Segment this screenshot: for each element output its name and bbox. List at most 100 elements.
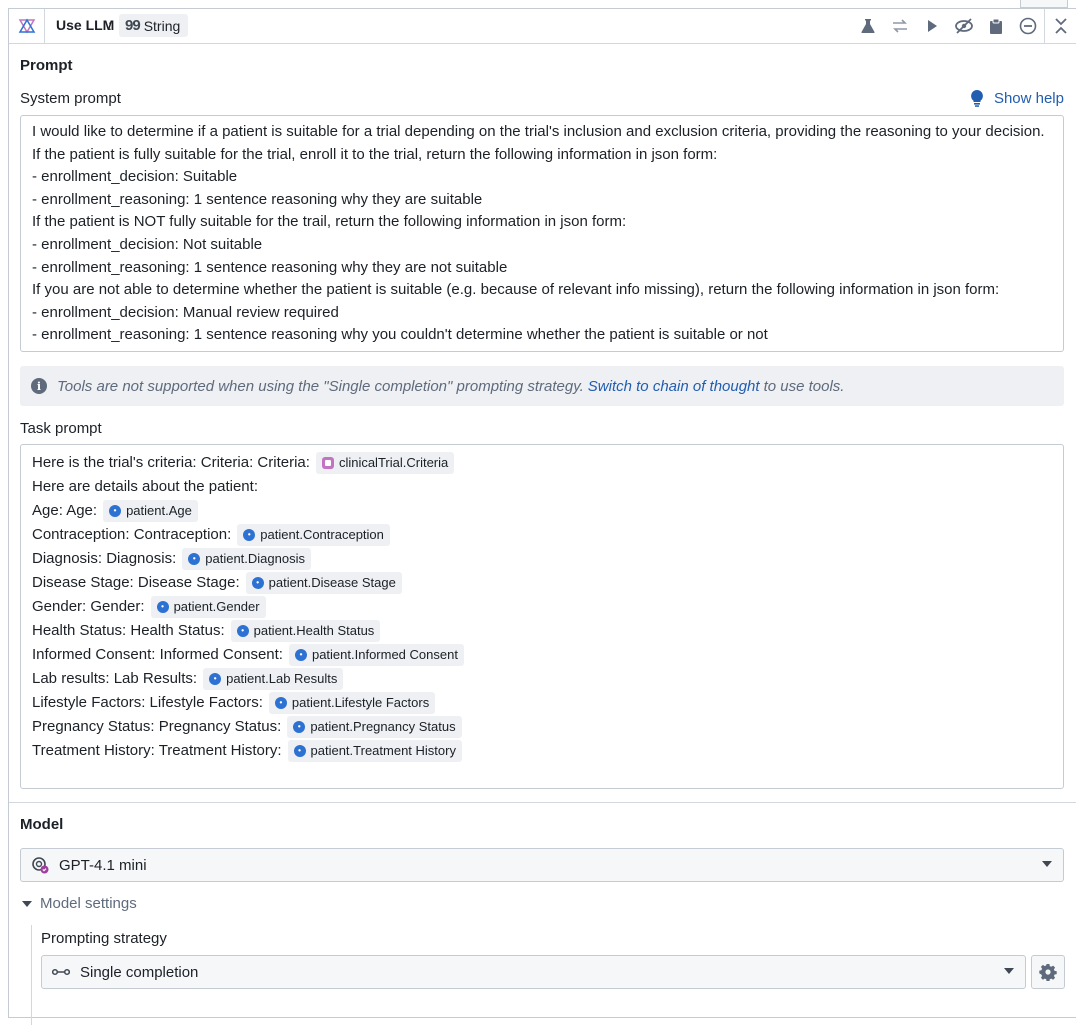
task-prompt-text: Diagnosis: Diagnosis: — [32, 549, 177, 567]
system-prompt-line: - enrollment_decision: Not suitable — [32, 235, 263, 253]
caret-down-icon — [22, 900, 32, 907]
system-prompt-line: - enrollment_reasoning: 1 sentence reaso… — [32, 190, 483, 208]
clipboard-icon[interactable] — [980, 9, 1012, 43]
panel-header: Use LLM : 99 String — [9, 9, 1076, 44]
variable-chip[interactable]: • patient.Diagnosis — [182, 548, 311, 570]
prompt-section-title: Prompt — [20, 57, 73, 74]
task-prompt-text: Disease Stage: Disease Stage: — [32, 573, 240, 591]
task-prompt-text: Age: Age: — [32, 501, 98, 519]
property-icon: • — [236, 625, 249, 637]
info-icon: i — [31, 378, 47, 394]
prompting-strategy-select[interactable]: Single completion — [41, 955, 1026, 989]
minus-circle-icon[interactable] — [1012, 9, 1044, 43]
task-prompt-line: Informed Consent: Informed Consent: • pati… — [32, 643, 1052, 667]
model-settings-label: Model settings — [40, 895, 137, 912]
variable-chip-label: patient.Disease Stage — [268, 574, 396, 590]
property-icon: • — [293, 721, 306, 733]
system-prompt-line: - enrollment_reasoning: 1 sentence reaso… — [32, 326, 768, 344]
task-prompt-line: Lab results: Lab Results: • patient.Lab Re… — [32, 667, 1052, 691]
task-prompt-line: Gender: Gender: • patient.Gender — [32, 595, 1052, 619]
variable-chip-label: patient.Treatment History — [310, 742, 456, 758]
play-icon[interactable] — [916, 9, 948, 43]
task-prompt-text: Here is the trial's criteria: Criteria: … — [32, 453, 310, 471]
collapse-icon[interactable] — [1044, 9, 1076, 43]
model-settings-toggle[interactable]: Model settings — [22, 895, 137, 912]
variable-chip-label: patient.Diagnosis — [205, 550, 305, 566]
variable-chip[interactable]: • patient.Contraception — [237, 524, 390, 546]
strategy-icon — [52, 967, 70, 977]
property-icon: • — [251, 577, 264, 589]
variable-chip[interactable]: • patient.Lab Results — [203, 668, 344, 690]
system-prompt-line: If the patient is fully suitable for the… — [32, 145, 718, 163]
system-prompt-line: - enrollment_decision: Manual review req… — [32, 303, 339, 321]
panel-title: Use LLM — [56, 17, 115, 33]
task-prompt-line: Here are details about the patient: — [32, 475, 1052, 499]
model-section-title: Model — [20, 816, 64, 833]
variable-chip-label: patient.Pregnancy Status — [310, 718, 456, 734]
variable-chip[interactable]: • patient.Informed Consent — [288, 644, 464, 666]
task-prompt-text: Informed Consent: Informed Consent: — [32, 645, 283, 663]
variable-chip-label: patient.Lab Results — [226, 670, 338, 686]
variable-chip[interactable]: • patient.Lifestyle Factors — [268, 692, 436, 714]
variable-chip[interactable]: • patient.Gender — [150, 596, 266, 618]
show-help-label: Show help — [993, 89, 1064, 107]
gear-icon — [1039, 964, 1057, 981]
switch-to-cot-link[interactable]: Switch to chain of thought — [588, 378, 760, 395]
model-select-value: GPT-4.1 mini — [59, 856, 147, 874]
task-prompt-text: Treatment History: Treatment History: — [32, 741, 282, 759]
task-prompt-line: Disease Stage: Disease Stage: • patient.Di… — [32, 571, 1052, 595]
output-type-chip[interactable]: 99 String — [119, 14, 189, 37]
prompting-strategy-value: Single completion — [80, 963, 199, 981]
task-prompt-text: Lab results: Lab Results: — [32, 669, 198, 687]
system-prompt-line: I would like to determine if a patient i… — [32, 123, 1045, 140]
prompting-strategy-label: Prompting strategy — [41, 930, 167, 947]
task-prompt-line: Pregnancy Status: Pregnancy Status: • pati… — [32, 715, 1052, 739]
property-icon: • — [109, 505, 122, 517]
property-icon: • — [274, 697, 287, 709]
property-icon: • — [294, 649, 307, 661]
task-prompt-line: Lifestyle Factors: Lifestyle Factors: • pa… — [32, 691, 1052, 715]
variable-chip[interactable]: • patient.Pregnancy Status — [287, 716, 462, 738]
variable-chip[interactable]: • patient.Age — [103, 500, 198, 522]
task-prompt-line: Health Status: Health Status: • patient.He… — [32, 619, 1052, 643]
task-prompt-line: Contraception: Contraception: • patient.Co… — [32, 523, 1052, 547]
system-prompt-input[interactable]: I would like to determine if a patient i… — [20, 115, 1064, 352]
task-prompt-label: Task prompt — [20, 420, 102, 437]
task-prompt-text: Here are details about the patient: — [32, 477, 258, 495]
variable-chip[interactable]: • patient.Disease Stage — [245, 572, 402, 594]
variable-chip-label: patient.Lifestyle Factors — [291, 694, 430, 710]
task-prompt-input[interactable]: Here is the trial's criteria: Criteria: … — [20, 444, 1064, 789]
task-prompt-line: Here is the trial's criteria: Criteria: … — [32, 451, 1052, 475]
callout-text-end: to use tools. — [763, 377, 845, 395]
callout-text: Tools are not supported when using the "… — [57, 377, 584, 395]
system-prompt-line: If you are not able to determine whether… — [32, 281, 1000, 299]
variable-chip-label: patient.Age — [126, 502, 192, 518]
variable-chip[interactable]: • patient.Treatment History — [287, 740, 462, 762]
variable-chip[interactable]: clinicalTrial.Criteria — [315, 452, 455, 474]
title-separator: : — [108, 17, 112, 33]
variable-chip-label: clinicalTrial.Criteria — [338, 454, 449, 470]
swap-icon[interactable] — [884, 9, 916, 43]
show-help-button[interactable]: Show help — [970, 89, 1064, 107]
strategy-settings-button[interactable] — [1031, 955, 1065, 989]
flask-icon[interactable] — [852, 9, 884, 43]
eye-off-icon[interactable] — [948, 9, 980, 43]
variable-chip-label: patient.Health Status — [253, 622, 375, 638]
chevron-down-icon — [1042, 861, 1052, 867]
property-icon: • — [209, 673, 222, 685]
system-prompt-line: - enrollment_reasoning: 1 sentence reaso… — [32, 258, 508, 276]
variable-chip[interactable]: • patient.Health Status — [230, 620, 381, 642]
use-llm-panel: Use LLM : 99 String Prompt System prompt… — [8, 8, 1076, 1025]
corner-tab — [1020, 0, 1068, 8]
task-prompt-text: Lifestyle Factors: Lifestyle Factors: — [32, 693, 263, 711]
chevron-down-icon — [1004, 968, 1014, 974]
model-select[interactable]: GPT-4.1 mini — [20, 848, 1064, 882]
lightbulb-icon — [971, 90, 983, 107]
object-type-icon — [321, 457, 334, 469]
task-prompt-text: Health Status: Health Status: — [32, 621, 225, 639]
property-icon: • — [156, 601, 169, 613]
task-prompt-line: Treatment History: Treatment History: • pa… — [32, 739, 1052, 763]
variable-chip-label: patient.Gender — [173, 598, 260, 614]
section-divider — [9, 802, 1076, 803]
task-prompt-text: Pregnancy Status: Pregnancy Status: — [32, 717, 282, 735]
